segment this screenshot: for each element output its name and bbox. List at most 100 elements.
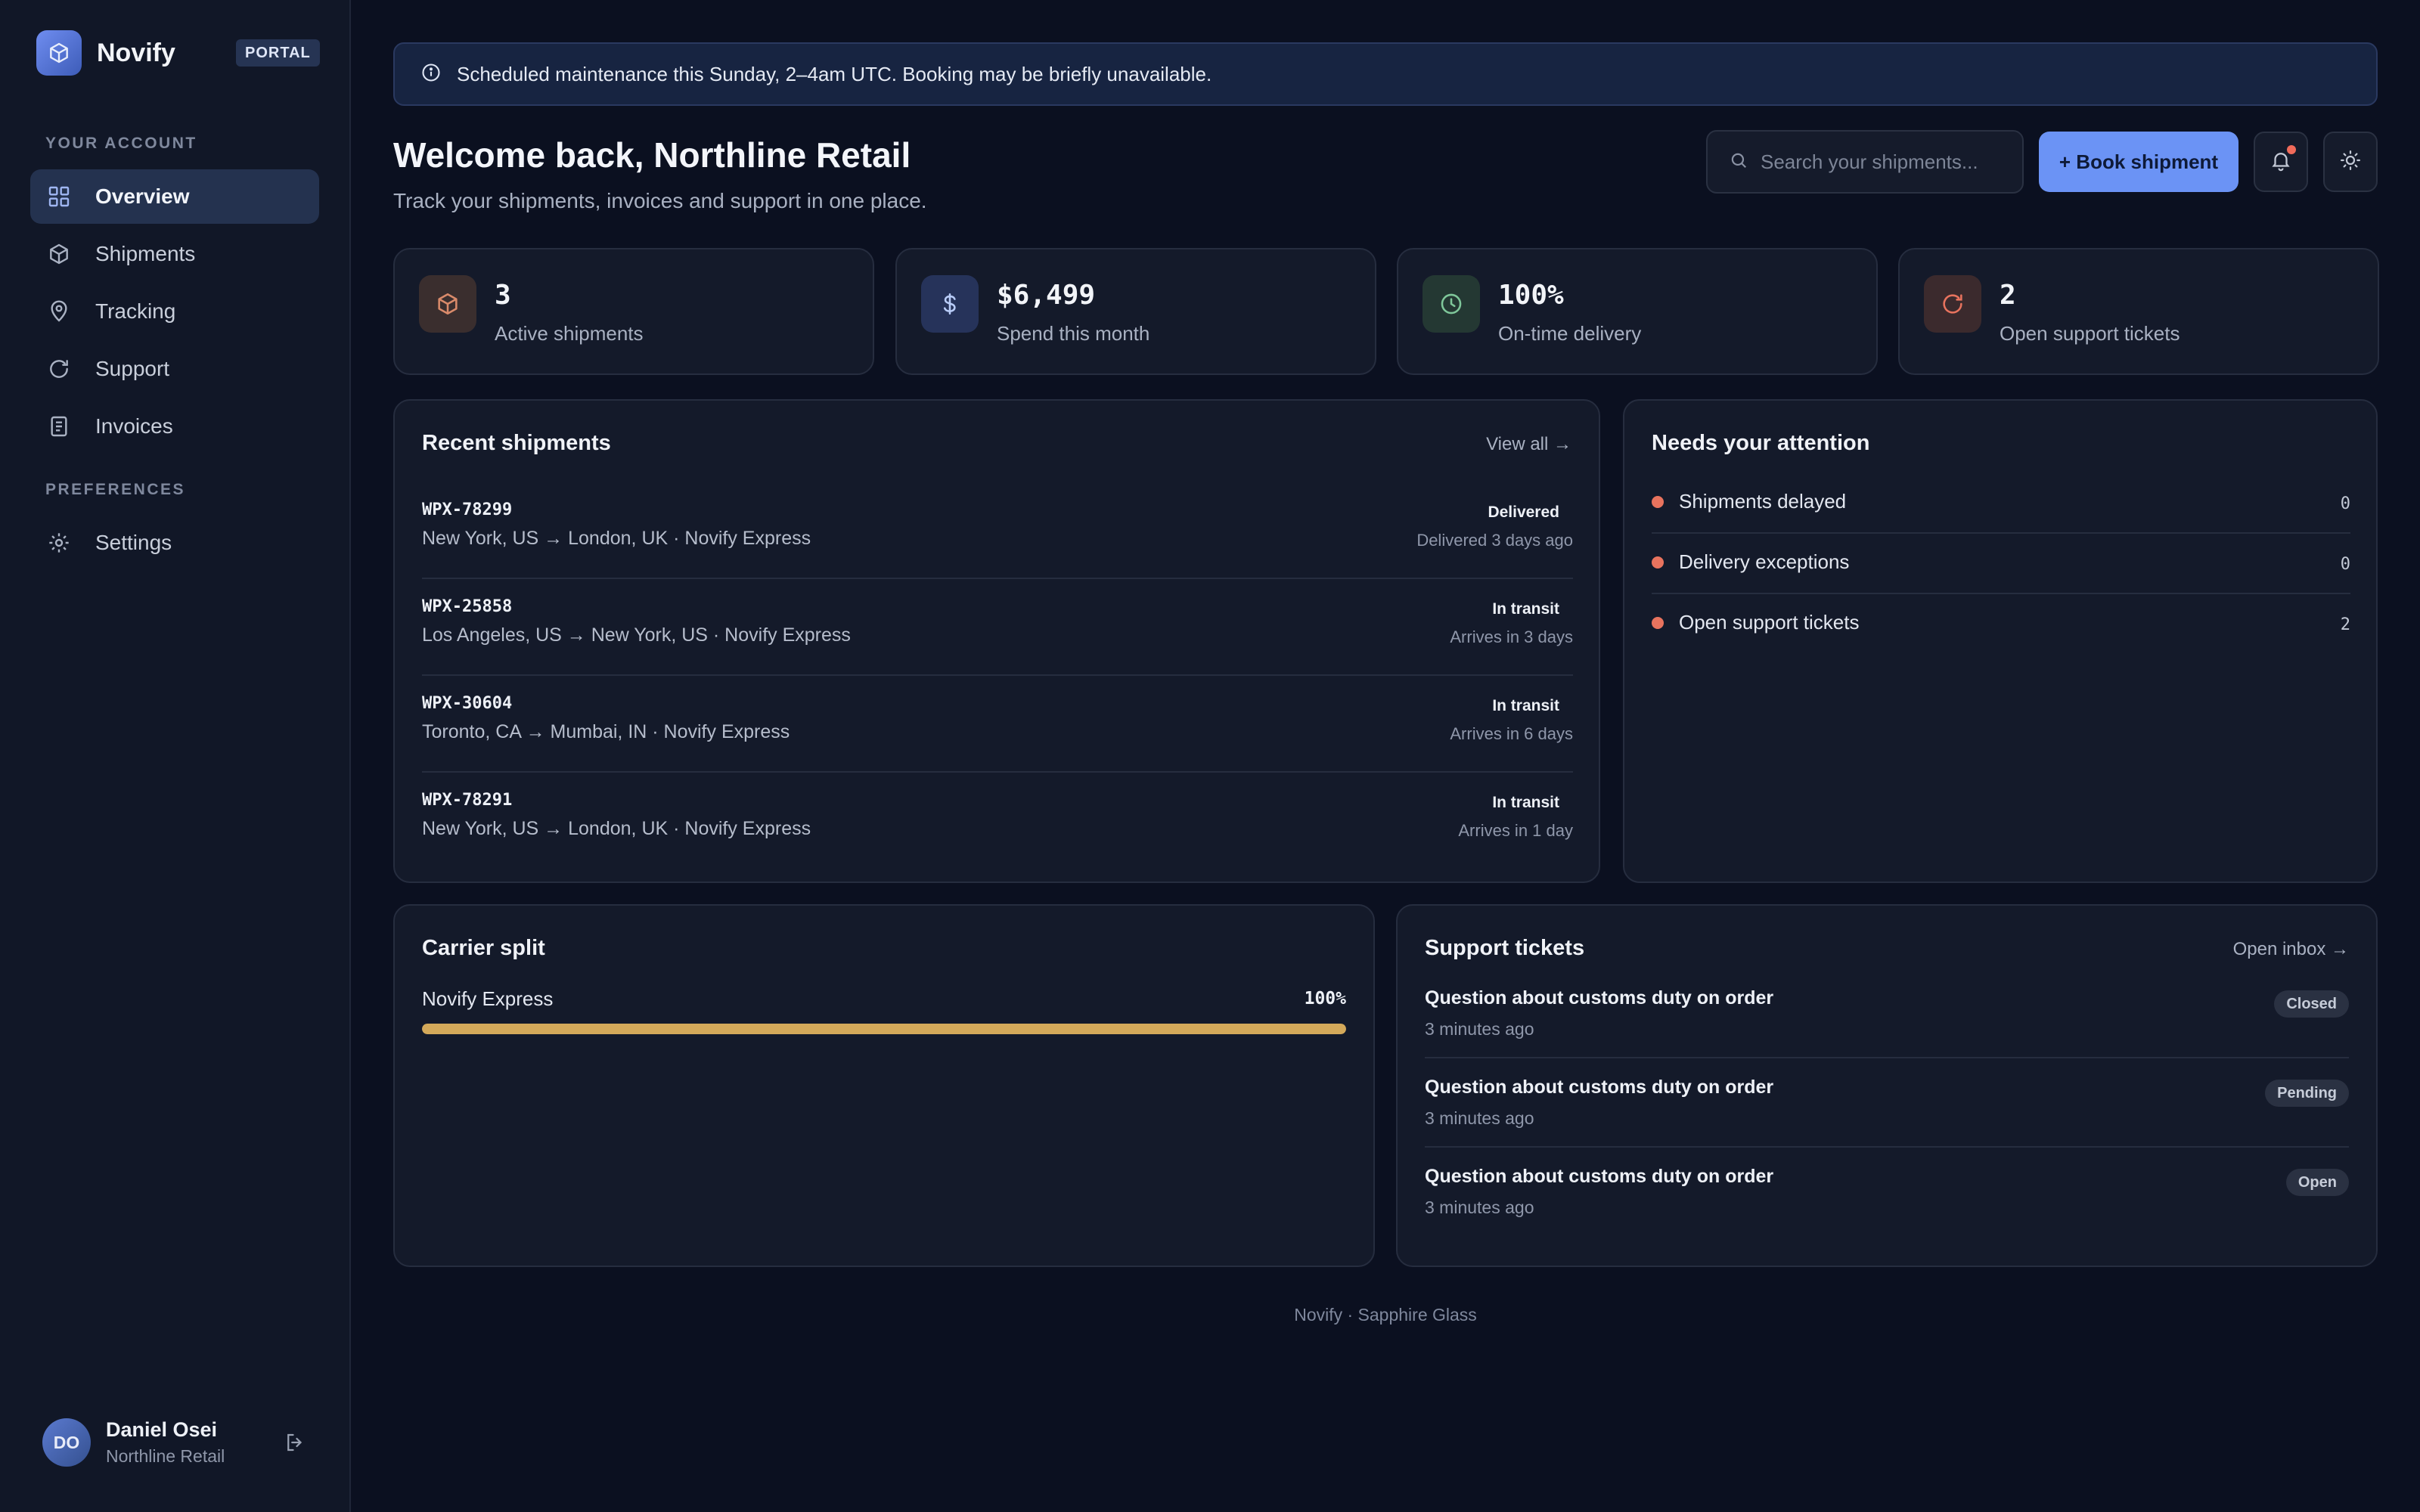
stat-card-active-shipments: 3 Active shipments xyxy=(393,248,874,375)
book-shipment-button[interactable]: + Book shipment xyxy=(2039,132,2238,192)
list-item[interactable]: Delivery exceptions 0 xyxy=(1652,534,2350,594)
stat-label: Spend this month xyxy=(997,322,1150,345)
footer-text: Novify · Sapphire Glass xyxy=(1294,1305,1477,1325)
box-icon xyxy=(44,239,74,269)
stat-card-on-time: 100% On-time delivery xyxy=(1397,248,1878,375)
sidebar-item-label: Invoices xyxy=(95,414,173,438)
stat-label: On-time delivery xyxy=(1498,322,1642,345)
sidebar-item-label: Support xyxy=(95,357,170,380)
brand[interactable]: Novify xyxy=(36,30,175,76)
attention-label: Delivery exceptions xyxy=(1679,550,1850,573)
attention-count: 2 xyxy=(2340,615,2350,634)
shipment-eta: Arrives in 6 days xyxy=(1450,724,1573,743)
attention-label: Shipments delayed xyxy=(1679,490,1847,513)
recent-shipments-card: Recent shipments View all → WPX-78299 Ne… xyxy=(393,399,1600,883)
search-box[interactable] xyxy=(1706,130,2024,194)
carrier-split-card: Carrier split Novify Express 100% xyxy=(393,904,1375,1267)
sidebar-item-support[interactable]: Support xyxy=(30,342,319,396)
sun-icon xyxy=(2339,149,2362,175)
sidebar-item-label: Settings xyxy=(95,531,172,554)
logout-icon[interactable] xyxy=(280,1427,310,1458)
alert-dot xyxy=(1652,556,1664,569)
sidebar-item-invoices[interactable]: Invoices xyxy=(30,399,319,454)
status-badge: Closed xyxy=(2274,990,2349,1018)
sidebar-item-overview[interactable]: Overview xyxy=(30,169,319,224)
list-item[interactable]: Question about customs duty on order 3 m… xyxy=(1425,969,2349,1058)
support-tickets-card: Support tickets Open inbox → Question ab… xyxy=(1396,904,2378,1267)
shipment-route: Los Angeles, US → New York, US · Novify … xyxy=(422,624,851,646)
dollar-icon xyxy=(921,275,979,333)
cube-logo-icon xyxy=(36,30,82,76)
table-row[interactable]: WPX-25858 Los Angeles, US → New York, US… xyxy=(422,579,1573,676)
shipment-eta: Arrives in 3 days xyxy=(1450,627,1573,646)
attention-count: 0 xyxy=(2340,555,2350,574)
maintenance-banner: Scheduled maintenance this Sunday, 2–4am… xyxy=(393,42,2378,106)
sidebar-item-settings[interactable]: Settings xyxy=(30,516,319,570)
table-row[interactable]: WPX-30604 Toronto, CA → Mumbai, IN · Nov… xyxy=(422,676,1573,773)
shipment-route: Toronto, CA → Mumbai, IN · Novify Expres… xyxy=(422,721,790,742)
stat-value: 100% xyxy=(1498,280,1564,311)
view-all-link[interactable]: View all → xyxy=(1486,434,1571,455)
stat-value: $6,499 xyxy=(997,280,1096,311)
stat-card-open-tickets: 2 Open support tickets xyxy=(1898,248,2379,375)
shipment-id: WPX-25858 xyxy=(422,597,513,616)
notifications-button[interactable] xyxy=(2254,132,2308,192)
attention-label: Open support tickets xyxy=(1679,611,1860,634)
theme-toggle-button[interactable] xyxy=(2323,132,2378,192)
status-badge: In transit xyxy=(1492,697,1559,714)
list-item[interactable]: Question about customs duty on order 3 m… xyxy=(1425,1058,2349,1148)
carrier-progress-fill xyxy=(422,1024,1346,1034)
search-icon xyxy=(1729,150,1748,174)
carrier-percent: 100% xyxy=(1304,989,1346,1009)
status-badge: Pending xyxy=(2265,1080,2349,1107)
sidebar-item-tracking[interactable]: Tracking xyxy=(30,284,319,339)
card-title: Needs your attention xyxy=(1652,431,1870,455)
list-item[interactable]: Question about customs duty on order 3 m… xyxy=(1425,1148,2349,1237)
stat-label: Open support tickets xyxy=(2000,322,2180,345)
sidebar: Novify PORTAL YOUR ACCOUNT Overview Ship… xyxy=(0,0,351,1512)
stat-value: 2 xyxy=(2000,280,2016,311)
stat-value: 3 xyxy=(495,280,511,311)
stat-card-spend: $6,499 Spend this month xyxy=(895,248,1376,375)
nav-section-account: YOUR ACCOUNT xyxy=(45,135,197,152)
ticket-title: Question about customs duty on order xyxy=(1425,1166,1774,1187)
box-icon xyxy=(419,275,476,333)
attention-card: Needs your attention Shipments delayed 0… xyxy=(1623,399,2378,883)
gear-icon xyxy=(44,528,74,558)
list-item[interactable]: Open support tickets 2 xyxy=(1652,594,2350,655)
document-icon xyxy=(44,411,74,442)
ticket-title: Question about customs duty on order xyxy=(1425,987,1774,1009)
ticket-time: 3 minutes ago xyxy=(1425,1108,1534,1128)
status-badge: In transit xyxy=(1492,794,1559,811)
shipment-route: New York, US → London, UK · Novify Expre… xyxy=(422,818,811,839)
user-profile[interactable]: DO Daniel Osei Northline Retail xyxy=(42,1418,225,1467)
alert-dot xyxy=(1652,617,1664,629)
status-badge: In transit xyxy=(1492,600,1559,618)
alert-dot xyxy=(1652,496,1664,508)
table-row[interactable]: WPX-78291 New York, US → London, UK · No… xyxy=(422,773,1573,869)
shipment-route: New York, US → London, UK · Novify Expre… xyxy=(422,528,811,549)
refresh-icon xyxy=(1924,275,1981,333)
grid-icon xyxy=(44,181,74,212)
carrier-progress-bar xyxy=(422,1024,1346,1034)
list-item[interactable]: Shipments delayed 0 xyxy=(1652,473,2350,534)
attention-count: 0 xyxy=(2340,494,2350,513)
card-title: Recent shipments xyxy=(422,431,611,455)
user-name: Daniel Osei xyxy=(106,1418,218,1441)
shipment-eta: Arrives in 1 day xyxy=(1458,821,1573,840)
shipment-id: WPX-30604 xyxy=(422,694,513,713)
sidebar-item-label: Overview xyxy=(95,184,190,208)
sidebar-item-label: Shipments xyxy=(95,242,196,265)
carrier-name: Novify Express xyxy=(422,987,554,1010)
card-title: Carrier split xyxy=(422,936,545,960)
ticket-time: 3 minutes ago xyxy=(1425,1198,1534,1217)
table-row[interactable]: WPX-78299 New York, US → London, UK · No… xyxy=(422,482,1573,579)
nav-section-preferences: PREFERENCES xyxy=(45,481,186,498)
user-org: Northline Retail xyxy=(106,1446,225,1466)
open-inbox-link[interactable]: Open inbox → xyxy=(2233,939,2349,960)
shipment-id: WPX-78291 xyxy=(422,791,513,810)
status-badge: Open xyxy=(2285,1169,2349,1196)
sidebar-item-shipments[interactable]: Shipments xyxy=(30,227,319,281)
search-input[interactable] xyxy=(1761,150,2010,174)
stat-label: Active shipments xyxy=(495,322,644,345)
